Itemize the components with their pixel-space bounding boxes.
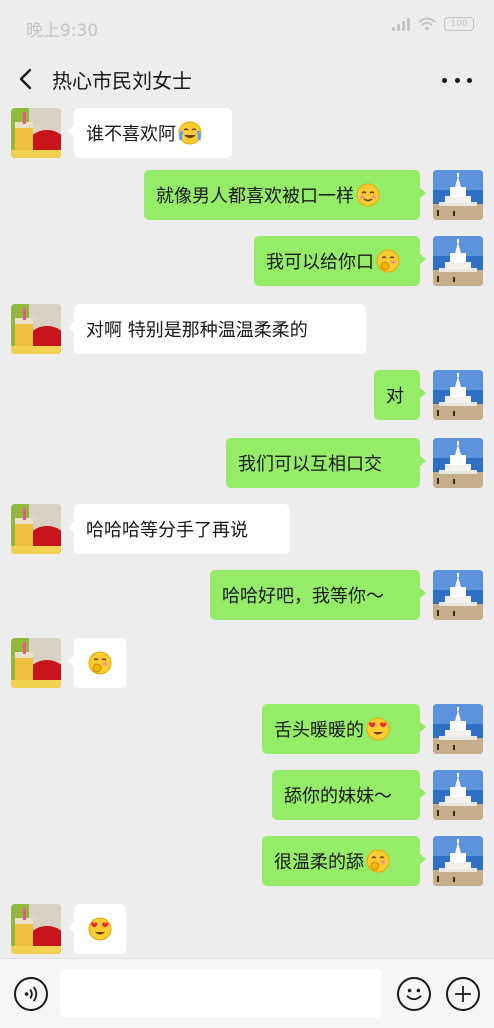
my-avatar[interactable] — [433, 770, 483, 820]
received-message — [0, 638, 494, 690]
message-bubble[interactable]: 舔你的妹妹～ — [272, 770, 426, 820]
heart-eyes-icon — [364, 717, 390, 741]
shy-face-icon — [374, 249, 400, 273]
message-bubble[interactable]: 舌头暖暖的 — [262, 704, 426, 754]
emoji-picker-icon[interactable] — [397, 977, 431, 1011]
message-text: 哈哈哈等分手了再说 — [86, 520, 248, 541]
crying-laughing-icon — [176, 121, 202, 145]
sent-message: 舌头暖暖的 — [0, 704, 494, 756]
contact-avatar[interactable] — [11, 904, 61, 954]
chat-title: 热心市民刘女士 — [52, 69, 192, 93]
my-avatar[interactable] — [433, 438, 483, 488]
shy-face-icon — [86, 651, 112, 675]
message-text: 我们可以互相口交 — [238, 454, 382, 475]
blushing-smile-icon — [354, 183, 380, 207]
battery-icon: 100 — [444, 17, 474, 31]
sent-message: 对 — [0, 370, 494, 422]
message-bubble[interactable]: 就像男人都喜欢被口一样 — [144, 170, 426, 220]
message-bubble[interactable]: 对 — [374, 370, 426, 420]
message-bubble[interactable] — [68, 904, 126, 954]
wifi-icon — [418, 17, 436, 31]
message-text: 我可以给你口 — [266, 252, 374, 273]
message-bubble[interactable]: 哈哈哈等分手了再说 — [68, 504, 290, 554]
chat-header: 热心市民刘女士 — [0, 52, 494, 108]
status-bar: 晚上9:30 100 — [0, 0, 494, 52]
message-text: 舌头暖暖的 — [274, 720, 364, 741]
sent-message: 很温柔的舔 — [0, 836, 494, 888]
my-avatar[interactable] — [433, 236, 483, 286]
message-text: 对 — [386, 386, 404, 407]
more-functions-plus-icon[interactable] — [446, 977, 480, 1011]
my-avatar[interactable] — [433, 570, 483, 620]
message-bubble[interactable]: 我可以给你口 — [254, 236, 426, 286]
message-text: 哈哈好吧，我等你～ — [222, 586, 384, 607]
back-arrow-icon[interactable] — [14, 66, 40, 92]
received-message — [0, 904, 494, 956]
sent-message: 哈哈好吧，我等你～ — [0, 570, 494, 622]
message-text: 就像男人都喜欢被口一样 — [156, 186, 354, 207]
heart-eyes-icon — [86, 917, 112, 941]
contact-avatar[interactable] — [11, 108, 61, 158]
my-avatar[interactable] — [433, 170, 483, 220]
my-avatar[interactable] — [433, 704, 483, 754]
contact-avatar[interactable] — [11, 504, 61, 554]
message-bubble[interactable]: 谁不喜欢阿 — [68, 108, 232, 158]
message-text: 很温柔的舔 — [274, 852, 364, 873]
message-bubble[interactable]: 我们可以互相口交 — [226, 438, 426, 488]
message-text: 舔你的妹妹～ — [284, 786, 392, 807]
my-avatar[interactable] — [433, 836, 483, 886]
shy-face-icon — [364, 849, 390, 873]
sent-message: 就像男人都喜欢被口一样 — [0, 170, 494, 222]
sent-message: 舔你的妹妹～ — [0, 770, 494, 822]
sent-message: 我们可以互相口交 — [0, 438, 494, 490]
contact-avatar[interactable] — [11, 304, 61, 354]
signal-icon — [392, 17, 410, 31]
received-message: 对啊 特别是那种温温柔柔的 — [0, 304, 494, 356]
message-bubble[interactable]: 对啊 特别是那种温温柔柔的 — [68, 304, 366, 354]
sent-message: 我可以给你口 — [0, 236, 494, 288]
contact-avatar[interactable] — [11, 638, 61, 688]
more-options-icon[interactable] — [442, 66, 472, 94]
message-bubble[interactable]: 哈哈好吧，我等你～ — [210, 570, 426, 620]
message-bubble[interactable] — [68, 638, 126, 688]
voice-input-icon[interactable] — [14, 977, 48, 1011]
input-bar — [0, 958, 494, 1028]
message-text: 谁不喜欢阿 — [86, 124, 176, 145]
message-bubble[interactable]: 很温柔的舔 — [262, 836, 426, 886]
message-list[interactable]: 谁不喜欢阿 就像男人都喜欢被口一样 我可以给你口 对啊 特别是那种温温柔柔的 对… — [0, 108, 494, 958]
message-text: 对啊 特别是那种温温柔柔的 — [86, 320, 308, 341]
my-avatar[interactable] — [433, 370, 483, 420]
received-message: 哈哈哈等分手了再说 — [0, 504, 494, 556]
status-time: 晚上9:30 — [26, 21, 99, 41]
message-input[interactable] — [60, 969, 382, 1017]
received-message: 谁不喜欢阿 — [0, 108, 494, 160]
status-icons: 100 — [392, 17, 474, 31]
